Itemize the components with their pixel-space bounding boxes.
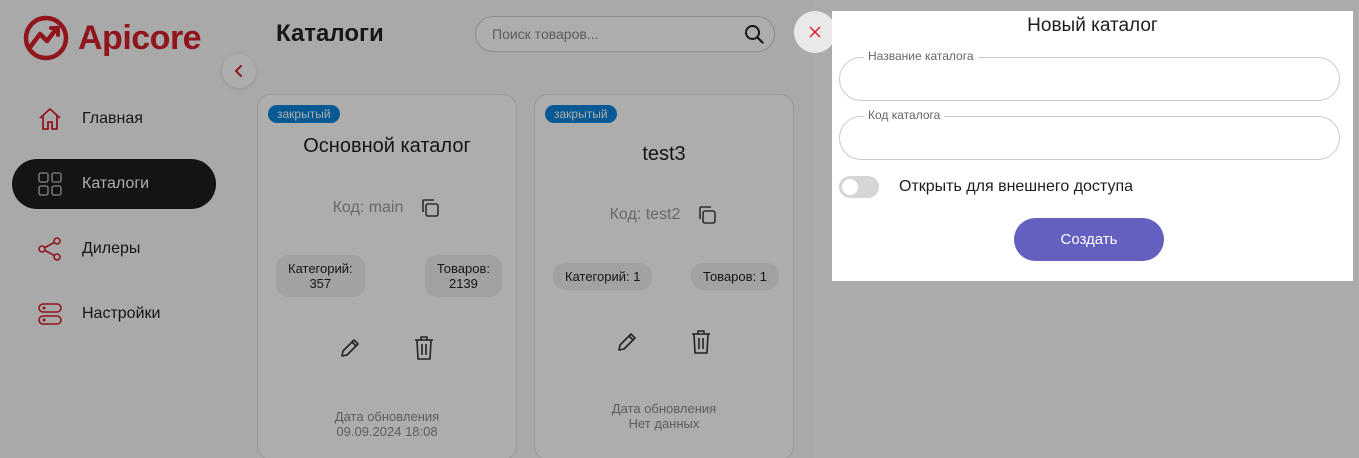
catalog-name-label: Название каталога: [864, 49, 978, 63]
catalog-name-field[interactable]: Название каталога: [839, 49, 1340, 101]
external-access-row: Открыть для внешнего доступа: [839, 175, 1133, 199]
create-button[interactable]: Создать: [1014, 218, 1164, 261]
external-access-label: Открыть для внешнего доступа: [899, 178, 1133, 195]
catalog-code-label: Код каталога: [864, 108, 945, 122]
external-access-toggle[interactable]: [839, 176, 879, 198]
catalog-code-field[interactable]: Код каталога: [839, 108, 1340, 160]
catalog-name-input[interactable]: [860, 68, 1320, 92]
modal-title: Новый каталог: [1027, 15, 1158, 36]
toggle-knob: [842, 179, 858, 195]
catalog-code-input[interactable]: [860, 127, 1320, 151]
close-button[interactable]: [794, 11, 836, 53]
new-catalog-form: Новый каталог Название каталога Код ката…: [832, 11, 1353, 281]
close-icon: [809, 26, 821, 38]
